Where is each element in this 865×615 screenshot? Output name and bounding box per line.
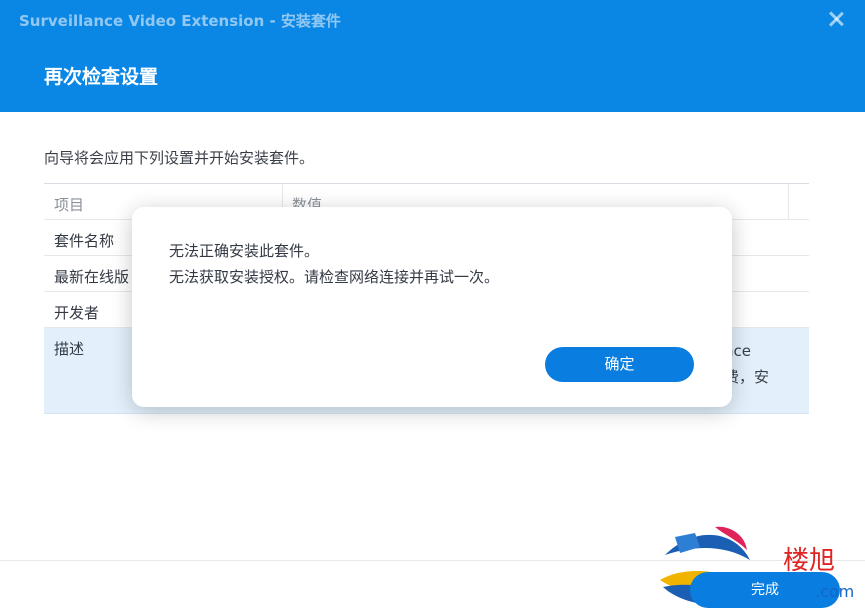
error-dialog: 无法正确安装此套件。 无法获取安装授权。请检查网络连接并再试一次。 确定	[132, 207, 732, 407]
window-title: Surveillance Video Extension - 安装套件	[19, 12, 341, 30]
column-header-item: 项目	[54, 196, 85, 214]
row-item-label: 最新在线版	[54, 268, 130, 286]
watermark-suffix: .com	[815, 582, 855, 601]
row-item-label: 描述	[54, 340, 85, 358]
close-icon[interactable]	[827, 10, 845, 28]
row-item-label: 开发者	[54, 304, 100, 322]
dialog-message-line1: 无法正确安装此套件。	[169, 242, 320, 260]
window-header: Surveillance Video Extension - 安装套件 再次检查…	[0, 0, 865, 112]
column-divider	[788, 184, 789, 220]
row-item-label: 套件名称	[54, 232, 115, 250]
dialog-message-line2: 无法获取安装授权。请检查网络连接并再试一次。	[169, 268, 500, 286]
intro-text: 向导将会应用下列设置并开始安装套件。	[44, 149, 315, 167]
row-value: nce 费，安	[724, 342, 770, 386]
ok-button[interactable]: 确定	[545, 347, 694, 382]
page-title: 再次检查设置	[44, 66, 159, 88]
